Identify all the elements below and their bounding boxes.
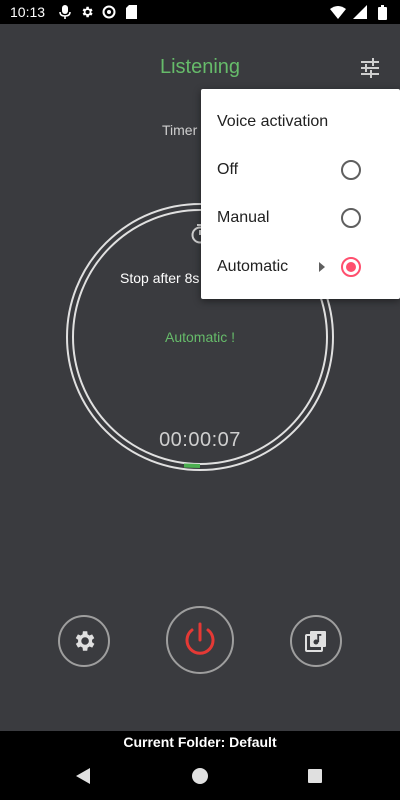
recent-apps-icon[interactable] [308,769,322,783]
gear-icon [75,631,95,651]
home-icon[interactable] [192,768,208,784]
power-button[interactable] [166,606,234,674]
mode-status-text: Automatic ! [164,329,236,345]
timer-label: Timer [162,122,198,138]
submenu-arrow-icon[interactable] [319,262,325,272]
music-library-button[interactable] [290,615,342,667]
status-bar: 10:13 [0,0,400,24]
menu-item-automatic[interactable]: Automatic [201,244,400,292]
menu-item-off[interactable]: Off [201,147,400,195]
menu-item-label: Automatic [217,258,289,275]
status-icons-right [330,4,390,20]
power-icon [185,622,215,655]
menu-title: Voice activation [217,113,329,130]
back-icon[interactable] [76,768,92,784]
dial-progress-arc [183,463,201,468]
sd-card-icon [123,4,139,20]
battery-icon [374,4,390,20]
mic-icon [57,4,73,20]
music-library-icon [305,631,326,652]
settings-button[interactable] [58,615,110,667]
status-icons-left [57,4,139,20]
gear-icon [79,4,95,20]
voice-activation-menu: Voice activation Off Manual Automatic [201,89,400,299]
tune-icon[interactable] [358,56,382,80]
menu-item-label: Off [217,161,239,178]
radio-manual[interactable] [341,208,361,228]
navigation-bar [0,753,400,800]
radio-off[interactable] [341,160,361,180]
radio-automatic[interactable] [341,257,361,277]
wifi-icon [330,4,346,20]
sync-icon [101,4,117,20]
elapsed-time: 00:00:07 [159,429,241,451]
app-title: Listening [159,56,241,78]
menu-item-label: Manual [217,209,270,226]
status-time: 10:13 [10,4,46,20]
signal-icon [352,4,368,20]
stop-after-text: Stop after 8s [120,270,200,286]
current-folder-label: Current Folder: Default [0,731,400,753]
menu-item-manual[interactable]: Manual [201,195,400,243]
